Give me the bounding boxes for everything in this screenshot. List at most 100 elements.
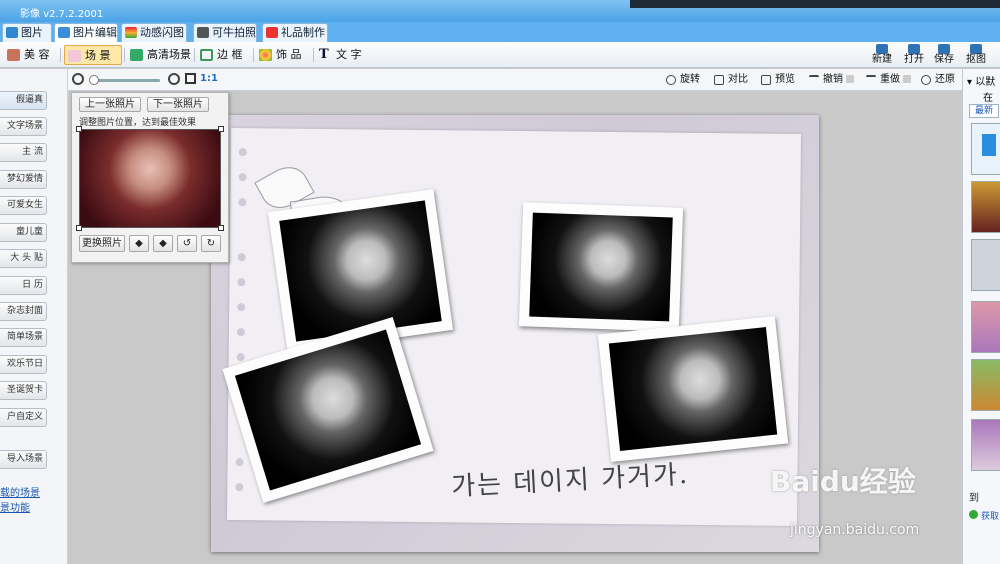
fit-window-icon[interactable] (185, 73, 196, 84)
scene-thumbnail[interactable] (971, 239, 1000, 291)
category-cute-girl[interactable]: 可爱女生 (0, 196, 47, 215)
category-realistic[interactable]: 假逼真 (0, 91, 47, 110)
crop-handle[interactable] (218, 126, 224, 132)
redo-icon (866, 75, 876, 85)
photo-slot-4[interactable] (597, 316, 789, 462)
zoom-slider[interactable] (88, 75, 160, 85)
punch-hole (238, 173, 247, 182)
crop-handle[interactable] (218, 225, 224, 231)
gallery-header: ▾ 以默 (967, 77, 996, 88)
tab-gift-making[interactable]: 礼品制作 (262, 23, 328, 42)
rotate-icon (666, 75, 676, 85)
photo-slot-2[interactable] (518, 202, 684, 332)
scene-thumbnail[interactable] (971, 123, 1000, 175)
zoom-in-icon[interactable] (168, 73, 180, 85)
main-tab-bar: 图片库 图片编辑 动感闪图 可牛拍照 礼品制作 (0, 22, 1000, 56)
scene-thumbnail[interactable] (971, 359, 1000, 411)
compare-icon (714, 75, 724, 85)
crop-handle[interactable] (76, 225, 82, 231)
category-children[interactable]: 童儿童 (0, 223, 47, 242)
portrait-photo (608, 327, 778, 451)
cutout-button[interactable]: 抠图 (962, 43, 990, 67)
open-button[interactable]: 打开 (900, 43, 928, 67)
category-user-defined[interactable]: 户自定义 (0, 408, 47, 427)
tool-beauty[interactable]: 美 容 (4, 45, 60, 65)
hd-scene-icon (130, 49, 143, 61)
flip-vertical-button[interactable]: ◆ (153, 235, 173, 252)
download-icon (969, 510, 978, 519)
flip-horizontal-button[interactable]: ◆ (129, 235, 149, 252)
rotate-button[interactable]: 旋转 (666, 73, 700, 87)
tab-animated-gif[interactable]: 动感闪图 (121, 23, 187, 42)
animated-gif-icon (125, 27, 137, 38)
category-photo-sticker[interactable]: 大 头 贴 (0, 249, 47, 268)
preview-button[interactable]: 预览 (761, 73, 795, 87)
actual-size-button[interactable]: 1:1 (200, 73, 218, 84)
scene-thumbnail[interactable] (971, 301, 1000, 353)
frame-icon (200, 49, 213, 61)
replace-photo-button[interactable]: 更换照片 (79, 235, 125, 252)
adjust-hint: 调整图片位置，达到最佳效果 (79, 118, 197, 128)
tool-text[interactable]: T 文 字 (316, 45, 370, 65)
divider (253, 48, 254, 62)
photo-crop-thumbnail[interactable] (76, 126, 224, 231)
category-mainstream[interactable]: 主 流 (0, 143, 47, 162)
scene-thumbnail[interactable] (971, 419, 1000, 471)
undo-button[interactable]: 撤销 (809, 73, 854, 87)
undo-icon (809, 75, 819, 85)
category-calendar[interactable]: 日 历 (0, 276, 47, 295)
new-button[interactable]: 新建 (868, 43, 896, 67)
restore-button[interactable]: 还原 (921, 73, 955, 87)
rotate-right-icon: ↻ (206, 238, 216, 249)
punch-hole (236, 328, 245, 337)
redo-dropdown-icon[interactable] (903, 75, 911, 83)
redo-button[interactable]: 重做 (866, 73, 911, 87)
open-icon (908, 44, 920, 54)
category-holiday[interactable]: 欢乐节日 (0, 355, 47, 374)
scene-feature-link[interactable]: 景功能 (0, 499, 30, 514)
downloaded-scenes-link[interactable]: 载的场景 (0, 484, 40, 499)
save-icon (938, 44, 950, 54)
tab-picture-library[interactable]: 图片库 (2, 23, 52, 56)
category-magazine-cover[interactable]: 杂志封面 (0, 302, 47, 321)
punch-hole (238, 148, 247, 157)
rotate-left-button[interactable]: ↺ (177, 235, 197, 252)
tool-hd-scene[interactable]: 高清场景 (127, 45, 191, 65)
watermark-logo: Baidu经验 (770, 465, 916, 498)
punch-hole (235, 458, 244, 467)
title-bar: 影像 v2.7.2.2001 (0, 0, 1000, 22)
tool-frame[interactable]: 边 框 (197, 45, 251, 65)
picture-library-icon (6, 27, 18, 38)
photo-adjust-panel: 上一张照片 下一张照片 调整图片位置，达到最佳效果 更换照片 ◆ ◆ ↺ ↻ (71, 92, 229, 263)
tool-accessory[interactable]: 饰 品 (256, 45, 310, 65)
undo-dropdown-icon[interactable] (846, 75, 854, 83)
category-christmas-card[interactable]: 圣诞贺卡 (0, 381, 47, 400)
crop-handle[interactable] (76, 126, 82, 132)
prev-photo-button[interactable]: 上一张照片 (79, 97, 141, 112)
scene-preview[interactable]: 가는 데이지 가거가. (211, 115, 819, 552)
category-simple-scene[interactable]: 简单场景 (0, 328, 47, 347)
tab-latest[interactable]: 最新 (969, 104, 999, 118)
next-photo-button[interactable]: 下一张照片 (147, 97, 209, 112)
flip-vertical-icon: ◆ (159, 238, 167, 249)
tab-picture-edit[interactable]: 图片编辑 (54, 23, 118, 42)
scene-gallery-panel: ▾ 以默 在 最新 到 获取 (962, 69, 1000, 564)
save-button[interactable]: 保存 (930, 43, 958, 67)
rotate-right-button[interactable]: ↻ (201, 235, 221, 252)
get-more-link[interactable]: 获取 (969, 509, 999, 522)
tab-camera[interactable]: 可牛拍照 (193, 23, 257, 42)
scene-category-sidebar: 假逼真 文字场景 主 流 梦幻爱情 可爱女生 童儿童 大 头 贴 日 历 杂志封… (0, 69, 68, 564)
category-text-scene[interactable]: 文字场景 (0, 117, 47, 136)
zoom-slider-knob[interactable] (88, 75, 99, 85)
punch-hole (237, 253, 246, 262)
zoom-out-icon[interactable] (72, 73, 84, 85)
divider (60, 48, 61, 62)
watermark-url: jingyan.baidu.com (790, 522, 920, 538)
tool-scene[interactable]: 场 景 (64, 45, 122, 65)
import-scene-button[interactable]: 导入场景 (0, 450, 47, 469)
edit-toolbar: 美 容 场 景 高清场景 边 框 饰 品 T 文 字 新建 打开 保存 抠图 (0, 42, 1000, 68)
compare-button[interactable]: 对比 (714, 73, 748, 87)
app-version: 影像 v2.7.2.2001 (20, 9, 104, 20)
category-fantasy-love[interactable]: 梦幻爱情 (0, 170, 47, 189)
scene-thumbnail[interactable] (971, 181, 1000, 233)
